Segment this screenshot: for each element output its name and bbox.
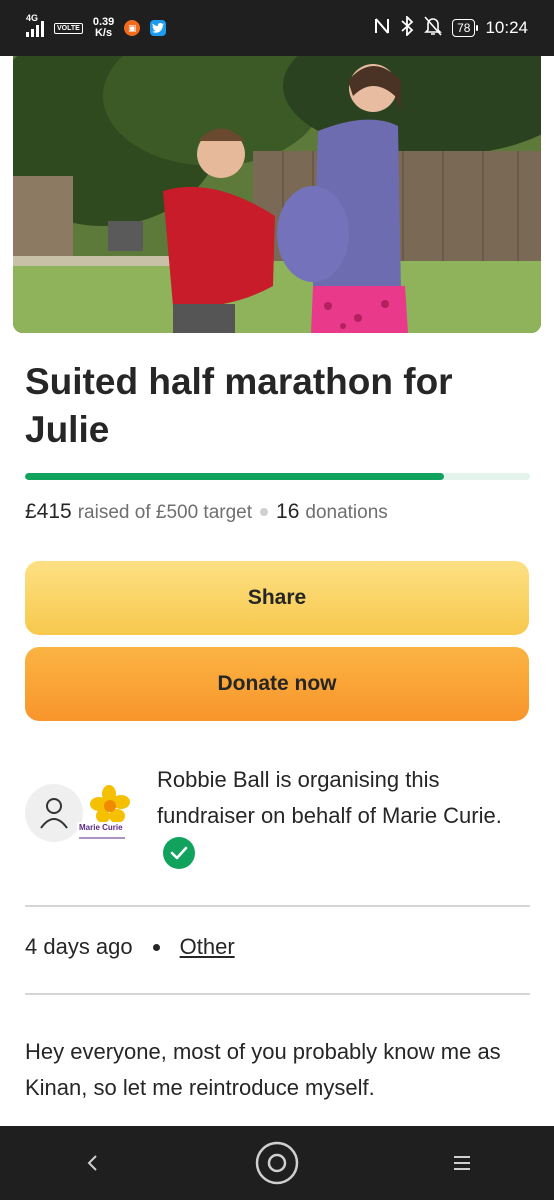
story-text: Hey everyone, most of you probably know … <box>25 1039 501 1100</box>
organiser-section: Marie Curie Robbie Ball is organising th… <box>25 762 530 872</box>
mute-icon <box>424 15 443 41</box>
user-icon <box>40 798 68 829</box>
fundraiser-meta: 4 days ago Other <box>25 934 235 960</box>
back-button[interactable] <box>62 1133 122 1193</box>
network-type: 4G <box>26 13 39 23</box>
home-circle-icon <box>255 1141 299 1185</box>
organiser-description: Robbie Ball is organising this fundraise… <box>157 762 527 870</box>
chevron-left-icon <box>87 1155 98 1171</box>
donations-count: 16 <box>276 500 300 523</box>
bullet-separator <box>152 943 160 951</box>
clock: 10:24 <box>485 18 528 37</box>
nfc-icon <box>374 17 390 40</box>
donations-label: donations <box>305 502 388 523</box>
battery-icon: 78 <box>452 19 479 37</box>
charity-logo[interactable]: Marie Curie <box>77 784 131 842</box>
raised-target-text: raised of £500 target <box>77 502 253 523</box>
system-navigation-bar <box>0 1126 554 1200</box>
speed-unit: K/s <box>94 27 113 39</box>
donate-now-button[interactable]: Donate now <box>25 647 529 721</box>
divider <box>25 905 530 907</box>
raised-amount: £415 <box>25 500 72 523</box>
home-button[interactable] <box>247 1133 307 1193</box>
status-right: 78 10:24 <box>374 14 528 41</box>
bluetooth-icon <box>400 14 414 41</box>
signal-icon: 4G <box>26 13 44 37</box>
progress-fill <box>25 473 445 480</box>
posted-time: 4 days ago <box>25 934 133 959</box>
category-link[interactable]: Other <box>180 934 235 960</box>
status-bar: 4G VOLTE 0.39 K/s ▣ 78 10:24 <box>0 0 554 56</box>
twitter-icon <box>150 20 167 36</box>
menu-icon <box>453 1156 470 1170</box>
fundraiser-title: Suited half marathon for Julie <box>25 361 453 450</box>
share-button[interactable]: Share <box>25 561 529 635</box>
divider <box>25 993 530 995</box>
organiser-text: Robbie Ball is organising this fundraise… <box>157 767 502 828</box>
fundraising-progress-bar <box>25 473 530 480</box>
organiser-avatar[interactable] <box>25 784 83 842</box>
app-notification-icon: ▣ <box>124 20 141 36</box>
volte-icon: VOLTE <box>54 22 83 34</box>
status-left: 4G VOLTE 0.39 K/s ▣ <box>26 13 167 39</box>
network-speed: 0.39 K/s <box>93 17 114 39</box>
charity-logo-text: Marie Curie <box>79 823 123 832</box>
fundraiser-photo <box>13 56 541 333</box>
verified-check-icon <box>163 837 195 870</box>
raised-summary: £415 raised of £500 target 16 donations <box>25 500 388 524</box>
menu-button[interactable] <box>432 1133 492 1193</box>
separator-dot <box>260 508 269 516</box>
